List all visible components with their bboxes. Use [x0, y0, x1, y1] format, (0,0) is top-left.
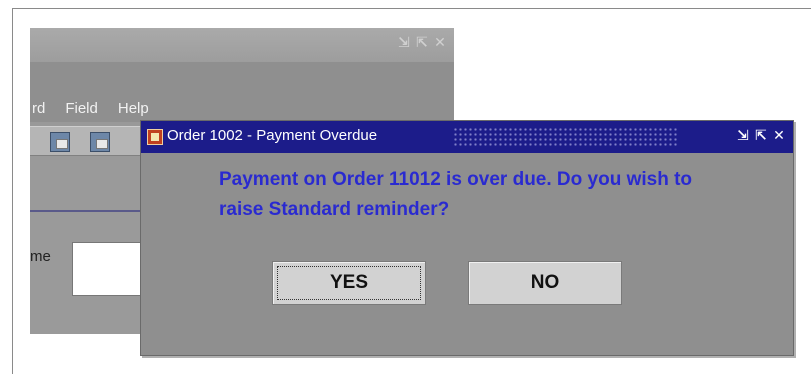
maximize-icon[interactable]: ⇱ — [753, 127, 769, 145]
menu-item-partial[interactable]: rd — [32, 100, 45, 117]
no-button[interactable]: NO — [468, 261, 622, 305]
dialog-message: Payment on Order 11012 is over due. Do y… — [219, 169, 693, 220]
titlebar-pattern — [453, 127, 679, 147]
menu-item-help[interactable]: Help — [118, 100, 149, 117]
background-window-controls: ⇲ ⇱ ✕ — [396, 34, 448, 54]
tab-divider — [30, 210, 150, 212]
yes-button[interactable]: YES — [272, 261, 426, 305]
close-icon[interactable]: ✕ — [771, 127, 787, 145]
minimize-icon[interactable]: ⇲ — [735, 127, 751, 145]
menu-bar: rd Field Help — [30, 94, 454, 122]
payment-overdue-dialog: Order 1002 - Payment Overdue ⇲ ⇱ ✕ Payme… — [140, 120, 794, 356]
dialog-title: Order 1002 - Payment Overdue — [167, 127, 378, 144]
menu-item-field[interactable]: Field — [65, 100, 98, 117]
paste-record-icon[interactable] — [90, 132, 110, 152]
minimize-icon[interactable]: ⇲ — [396, 34, 412, 52]
dialog-titlebar: Order 1002 - Payment Overdue ⇲ ⇱ ✕ — [141, 121, 793, 153]
close-icon[interactable]: ✕ — [432, 34, 448, 52]
dialog-window-controls: ⇲ ⇱ ✕ — [735, 127, 787, 147]
background-titlebar: ⇲ ⇱ ✕ — [30, 28, 454, 62]
field-label: me — [30, 248, 51, 265]
maximize-icon[interactable]: ⇱ — [414, 34, 430, 52]
app-icon — [147, 129, 163, 145]
copy-record-icon[interactable] — [50, 132, 70, 152]
